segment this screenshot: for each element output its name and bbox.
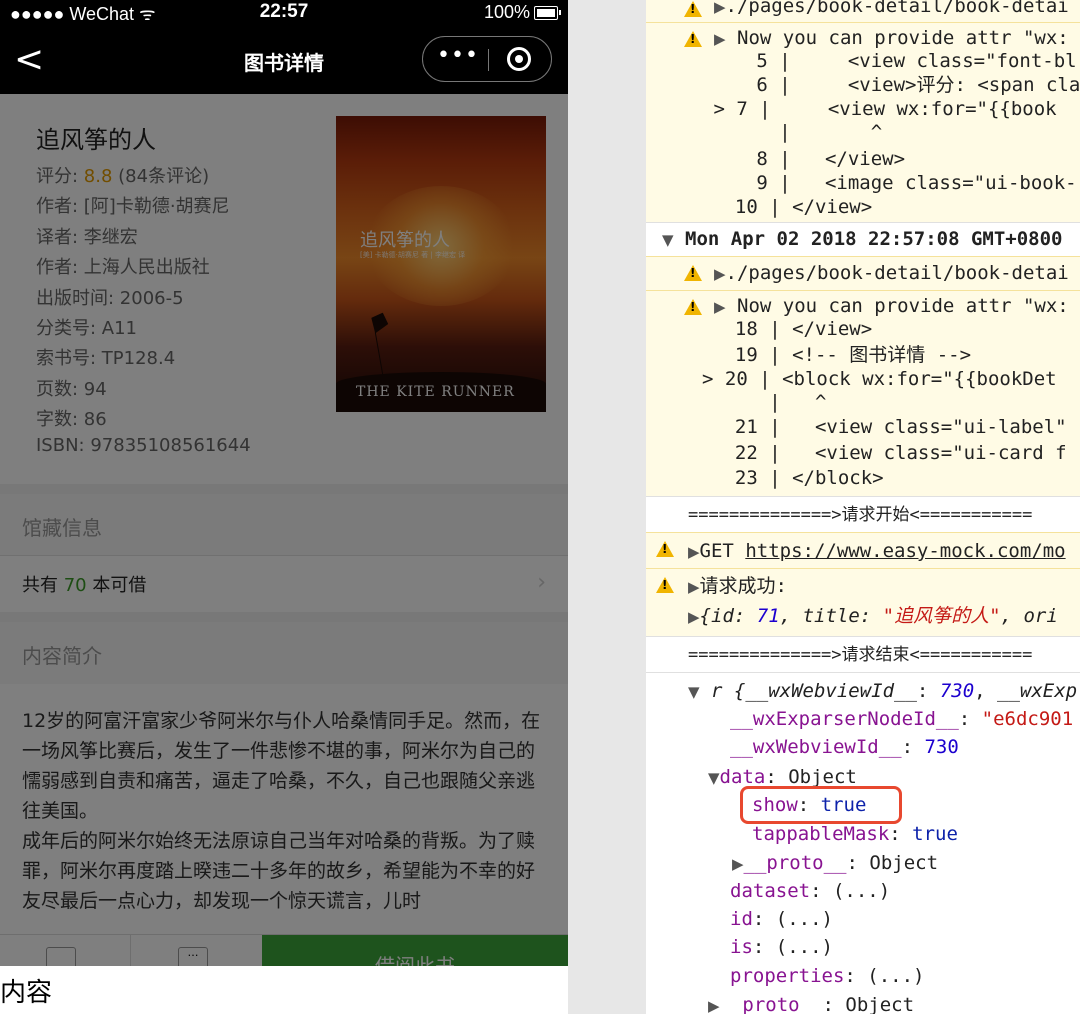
- code-line: 9 | <image class="ui-book-: [722, 172, 1077, 194]
- status-bar: ●●●●● WeChat ᯤ 22:57 100%: [0, 0, 568, 28]
- console-log: ==============>请求开始<===========: [646, 496, 1080, 533]
- warning-icon: [684, 299, 702, 315]
- panel-gutter: [568, 0, 647, 1014]
- mini-program-capsule: •••: [422, 36, 552, 82]
- property-row[interactable]: dataset: (...): [730, 879, 890, 903]
- expand-triangle-icon[interactable]: ▶: [714, 30, 726, 48]
- expand-triangle-icon[interactable]: ▶: [714, 298, 726, 316]
- code-line: | ^: [722, 121, 883, 143]
- nav-bar: < 图书详情 •••: [0, 28, 568, 94]
- capsule-divider: [488, 49, 489, 71]
- popup-panel: 内容: [0, 966, 568, 1014]
- expand-triangle-icon[interactable]: ▶: [688, 608, 700, 626]
- close-target-icon[interactable]: [507, 47, 531, 71]
- console-warning[interactable]: ▶GET https://www.easy-mock.com/mo: [646, 532, 1080, 569]
- property-row: __wxExparserNodeId__: "e6dc901: [730, 708, 1074, 730]
- console-warning[interactable]: ▶./pages/book-detail/book-detai: [646, 256, 1080, 291]
- warning-source-path[interactable]: ./pages/book-detail/book-detai: [726, 0, 1069, 17]
- battery-icon: [534, 6, 561, 20]
- console-warning[interactable]: ▶ Now you can provide attr "wx: 18 | </v…: [646, 290, 1080, 497]
- code-line: 18 | </view>: [712, 318, 873, 340]
- code-line: 10 | </view>: [712, 196, 873, 218]
- code-line: | ^: [712, 391, 827, 413]
- code-line: 21 | <view class="ui-label": [712, 416, 1067, 438]
- devtools-console: ▶./pages/book-detail/book-detai ▶ Now yo…: [646, 0, 1080, 1014]
- warning-icon: [684, 265, 702, 281]
- warning-icon: [684, 1, 702, 17]
- code-line: 19 | <!-- 图书详情 -->: [712, 344, 972, 366]
- warning-source-path[interactable]: ./pages/book-detail/book-detai: [726, 262, 1069, 284]
- property-row[interactable]: id: (...): [730, 907, 833, 931]
- property-row[interactable]: is: (...): [730, 935, 833, 959]
- code-line: 6 | <view>评分: <span cla: [722, 74, 1080, 96]
- code-line: 8 | </view>: [722, 148, 906, 170]
- object-root[interactable]: ▼ r {__wxWebviewId__: 730, __wxExp: [688, 679, 1077, 704]
- property-row: tappableMask: true: [752, 823, 958, 845]
- warning-icon: [684, 31, 702, 47]
- code-line: > 7 | <view wx:for="{{book: [702, 98, 1057, 120]
- highlight-annotation-box: [740, 786, 902, 824]
- property-row: __wxWebviewId__: 730: [730, 736, 959, 758]
- warning-icon: [656, 577, 674, 593]
- code-line: 23 | </block>: [712, 467, 884, 489]
- console-group-header[interactable]: ▼ Mon Apr 02 2018 22:57:08 GMT+0800: [646, 222, 1080, 257]
- code-line: > 20 | <block wx:for="{{bookDet: [702, 368, 1057, 390]
- object-inspector: ▼ r {__wxWebviewId__: 730, __wxExp __wxE…: [646, 672, 1080, 1014]
- property-row[interactable]: properties: (...): [730, 964, 924, 988]
- console-log: ==============>请求结束<===========: [646, 636, 1080, 673]
- modal-mask[interactable]: [0, 94, 568, 966]
- warning-icon: [656, 541, 674, 557]
- console-warning[interactable]: ▶ Now you can provide attr "wx: 5 | <vie…: [646, 22, 1080, 223]
- console-warning[interactable]: ▶请求成功: ▶{id: 71, title: "追风筝的人", ori: [646, 568, 1080, 637]
- clock: 22:57: [259, 1, 309, 22]
- code-line: 22 | <view class="ui-card f: [712, 442, 1067, 464]
- code-line: 5 | <view class="font-bl: [722, 50, 1077, 72]
- property-row[interactable]: ▶__proto__: Object: [732, 851, 938, 876]
- popup-text: 内容: [0, 978, 53, 1008]
- request-url-link[interactable]: https://www.easy-mock.com/mo: [745, 540, 1065, 562]
- console-warning[interactable]: ▶./pages/book-detail/book-detai: [646, 0, 1080, 23]
- phone-screen: ●●●●● WeChat ᯤ 22:57 100% < 图书详情 ••• 追风筝…: [0, 0, 568, 1014]
- property-row[interactable]: ▶__proto__: Object: [708, 993, 914, 1014]
- more-dots-icon[interactable]: •••: [437, 43, 479, 68]
- battery-percent: 100%: [483, 2, 530, 22]
